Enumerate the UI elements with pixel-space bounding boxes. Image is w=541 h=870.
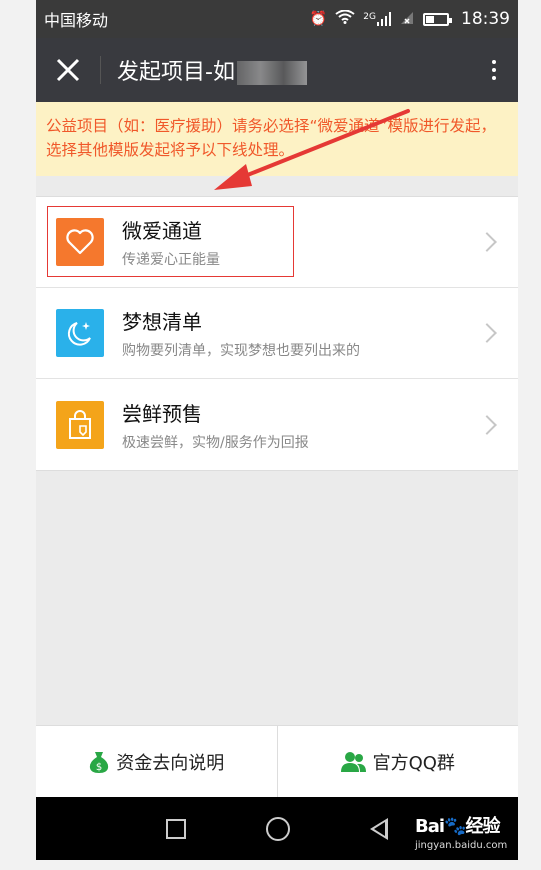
- shopping-bag-icon: [56, 400, 104, 449]
- item-subtitle: 购物要列清单，实现梦想也要列出来的: [122, 343, 360, 359]
- tab-label: 资金去向说明: [116, 752, 225, 774]
- carrier-name: 中国移动: [44, 11, 109, 30]
- more-dot: [492, 60, 496, 64]
- more-dot: [492, 68, 496, 72]
- network-type: 2G: [363, 12, 376, 22]
- blurred-name: [236, 61, 307, 85]
- money-bag-icon: $: [90, 751, 109, 773]
- close-button[interactable]: [36, 38, 100, 102]
- item-subtitle: 传递爱心正能量: [122, 252, 220, 268]
- watermark-logo: Bai🐾经验: [415, 812, 507, 838]
- item-title: 梦想清单: [122, 310, 202, 334]
- title-bar: 发起项目-如: [36, 38, 518, 102]
- template-list: 微爱通道 传递爱心正能量 梦想清单 购物要列清单，实现梦想也要列出来的 尝鲜预售…: [36, 196, 518, 471]
- chevron-right-icon: [477, 414, 497, 435]
- signal-none-icon: [399, 10, 415, 28]
- heart-icon: [56, 218, 104, 266]
- chevron-right-icon: [477, 232, 497, 252]
- page-title: 发起项目-如: [117, 54, 470, 86]
- group-icon: [340, 751, 366, 772]
- watermark-url: jingyan.baidu.com: [415, 840, 508, 851]
- watermark-brand: Bai: [415, 816, 445, 837]
- phone-screen: 中国移动 ⏰ 2G 18:39 发起项目-如 公益项目（如：医疗援助）请务必选择…: [36, 0, 518, 860]
- bottom-tabs: $ 资金去向说明 官方QQ群: [36, 725, 518, 797]
- paw-icon: 🐾: [444, 816, 466, 837]
- list-item-weiai[interactable]: 微爱通道 传递爱心正能量: [36, 197, 518, 288]
- tab-fund-explanation[interactable]: $ 资金去向说明: [36, 726, 277, 797]
- list-item-dream[interactable]: 梦想清单 购物要列清单，实现梦想也要列出来的: [36, 288, 518, 379]
- svg-text:$: $: [96, 762, 102, 773]
- home-button[interactable]: [266, 816, 290, 841]
- battery-icon: [423, 12, 452, 26]
- title-divider: [100, 56, 101, 84]
- notice-banner: 公益项目（如：医疗援助）请务必选择“微爱通道”模版进行发起，选择其他模版发起将予…: [36, 102, 518, 176]
- page-title-text: 发起项目-如: [117, 60, 235, 85]
- recent-apps-button[interactable]: [166, 818, 186, 839]
- list-item-presale[interactable]: 尝鲜预售 极速尝鲜，实物/服务作为回报: [36, 379, 518, 470]
- baidu-jingyan-watermark: Bai🐾经验 jingyan.baidu.com: [415, 812, 507, 851]
- item-subtitle: 极速尝鲜，实物/服务作为回报: [122, 434, 309, 451]
- watermark-suffix: 经验: [465, 816, 500, 837]
- tab-label: 官方QQ群: [372, 752, 455, 774]
- chevron-right-icon: [477, 323, 497, 343]
- moon-star-icon: [56, 309, 104, 357]
- status-bar: 中国移动 ⏰ 2G 18:39: [36, 0, 518, 38]
- signal-icon: 2G: [363, 12, 391, 26]
- status-time: 18:39: [461, 9, 510, 29]
- item-text: 微爱通道 传递爱心正能量: [122, 215, 480, 269]
- wifi-icon: [335, 9, 355, 28]
- item-title: 微爱通道: [122, 219, 202, 243]
- more-options-button[interactable]: [470, 38, 518, 102]
- alarm-icon: ⏰: [309, 11, 328, 27]
- item-title: 尝鲜预售: [122, 401, 202, 426]
- back-button[interactable]: [370, 817, 388, 840]
- item-text: 尝鲜预售 极速尝鲜，实物/服务作为回报: [122, 398, 480, 452]
- tab-qq-group[interactable]: 官方QQ群: [276, 726, 519, 797]
- status-icons: ⏰ 2G 18:39: [310, 9, 510, 29]
- close-icon: [56, 58, 80, 82]
- item-text: 梦想清单 购物要列清单，实现梦想也要列出来的: [122, 306, 480, 360]
- more-dot: [492, 76, 496, 80]
